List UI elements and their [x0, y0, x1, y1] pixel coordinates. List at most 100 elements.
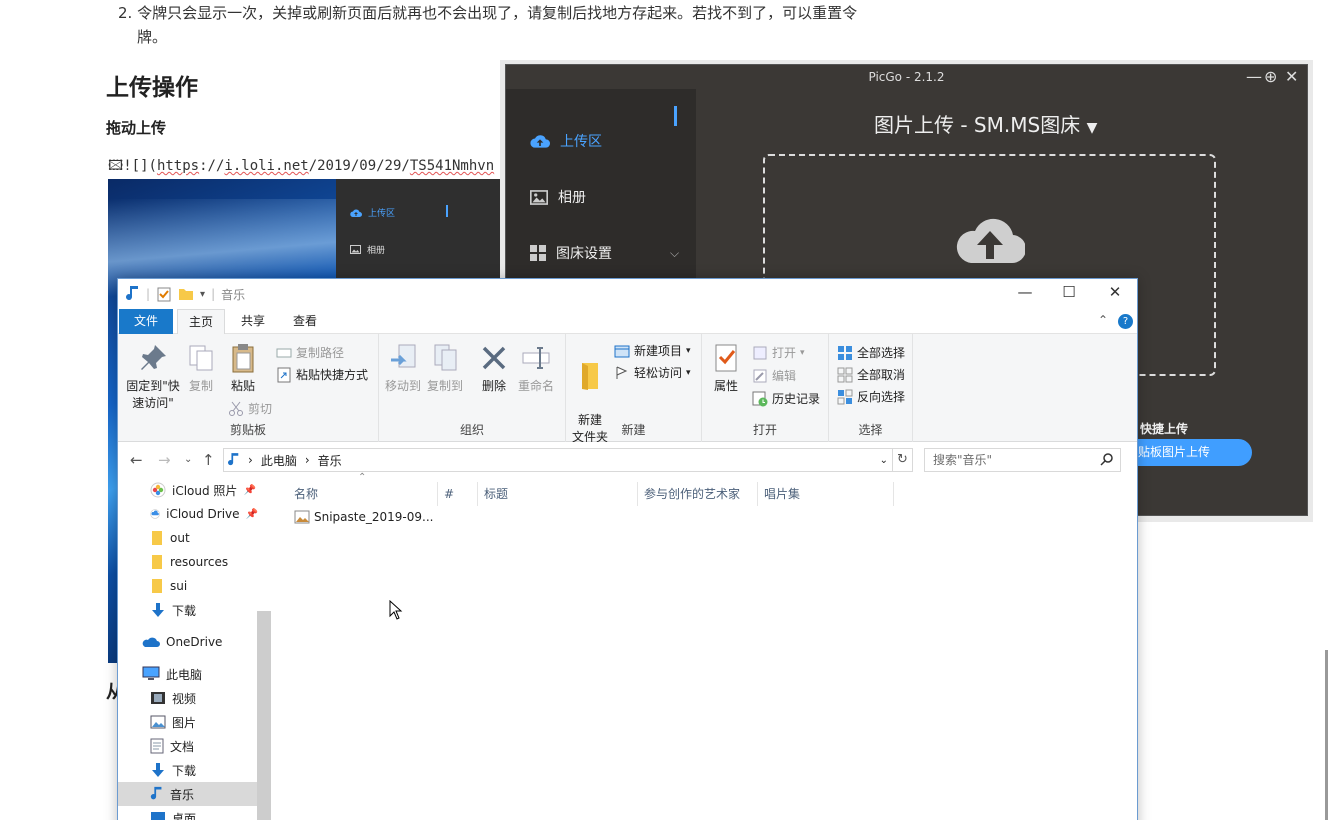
crumb-this-pc[interactable]: 此电脑	[261, 452, 297, 469]
nav-item-icloud-photos[interactable]: iCloud 照片📌⌃	[118, 478, 258, 502]
invert-selection-button[interactable]: 反向选择	[837, 388, 905, 405]
nav-item-sui[interactable]: sui	[118, 574, 258, 598]
copy-to-button[interactable]: 复制到	[425, 342, 465, 395]
page-scrollbar[interactable]	[1325, 650, 1328, 820]
rename-button[interactable]: 重命名	[515, 342, 557, 395]
upload-cloud-icon	[956, 218, 1025, 264]
broken-image-icon: 🖾	[108, 158, 124, 174]
paste-button[interactable]: 粘贴	[222, 342, 264, 395]
embedded-item-album: 相册	[350, 243, 385, 256]
address-dropdown-icon[interactable]: ⌄	[880, 455, 888, 466]
recent-locations-icon[interactable]: ⌄	[184, 454, 192, 465]
open-button[interactable]: 打开 ▾	[752, 344, 805, 361]
nav-item-pictures[interactable]: 图片	[118, 710, 258, 734]
new-folder-quick-icon[interactable]	[178, 287, 194, 301]
select-none-button[interactable]: 全部取消	[837, 366, 905, 383]
back-arrow-icon[interactable]: ←	[130, 451, 143, 469]
tab-view[interactable]: 查看	[280, 309, 330, 334]
code-url-path: /2019/09/29/	[308, 158, 410, 174]
ribbon-group-open: 属性 打开 ▾ 编辑 历史记录 打开	[702, 334, 829, 442]
code-url-sep: ://	[199, 158, 225, 174]
column-headers: ⌃ 名称 # 标题 参与创作的艺术家 唱片集	[288, 472, 1108, 506]
nav-item-resources[interactable]: resources	[118, 550, 258, 574]
edit-button[interactable]: 编辑	[752, 367, 796, 384]
code-url-scheme: https	[156, 158, 200, 174]
ribbon-group-new: 新建 文件夹 新建项目 ▾ 轻松访问 ▾ 新建	[566, 334, 702, 444]
picgo-nav-album[interactable]: 相册	[530, 187, 586, 207]
icloud-drive-icon	[150, 509, 160, 519]
nav-item-downloads-2[interactable]: 下载	[118, 758, 258, 782]
paste-shortcut-button[interactable]: 粘贴快捷方式	[276, 366, 368, 383]
column-title[interactable]: 标题	[478, 482, 638, 506]
move-to-button[interactable]: 移动到	[383, 342, 423, 395]
nav-item-downloads[interactable]: 下载	[118, 598, 258, 622]
file-row[interactable]: Snipaste_2019-09...	[294, 510, 433, 524]
image-icon	[530, 189, 548, 205]
properties-icon	[715, 344, 737, 372]
nav-item-music[interactable]: 音乐	[118, 782, 258, 806]
embedded-item-upload: 上传区	[350, 206, 395, 219]
forward-arrow-icon[interactable]: →	[158, 451, 171, 469]
doc-subheading: 拖动上传	[106, 119, 167, 137]
caret-down-icon[interactable]: ▼	[1087, 120, 1098, 136]
select-all-button[interactable]: 全部选择	[837, 344, 905, 361]
chevron-down-icon: ⌵	[670, 245, 680, 260]
picgo-maximize-button[interactable]: ⊕	[1264, 67, 1277, 86]
picgo-minimize-button[interactable]: —	[1246, 67, 1262, 86]
explorer-window[interactable]: | ▾ | 音乐 — ☐ ✕ 文件 主页 共享 查看 ⌃ ? 固定到"快速访问"…	[117, 278, 1138, 820]
nav-item-documents[interactable]: 文档	[118, 734, 258, 758]
tab-share[interactable]: 共享	[228, 309, 278, 334]
refresh-icon[interactable]: ↻	[893, 448, 913, 472]
tab-home[interactable]: 主页	[177, 309, 225, 335]
explorer-minimize-button[interactable]: —	[1002, 283, 1048, 301]
explorer-close-button[interactable]: ✕	[1092, 283, 1138, 301]
picgo-upload-heading[interactable]: 图片上传 - SM.MS图床 ▼	[874, 109, 1097, 138]
download-icon	[152, 763, 164, 777]
doc-image-markdown: 🖾![](https://i.loli.net/2019/09/29/TS541…	[108, 155, 494, 179]
tab-file[interactable]: 文件	[119, 309, 173, 334]
crumb-music[interactable]: 音乐	[318, 452, 342, 469]
column-artists[interactable]: 参与创作的艺术家	[638, 482, 758, 506]
explorer-maximize-button[interactable]: ☐	[1046, 283, 1092, 301]
nav-item-this-pc[interactable]: 此电脑	[118, 662, 258, 686]
column-number[interactable]: #	[438, 482, 478, 506]
copy-path-button[interactable]: 复制路径	[276, 344, 344, 361]
cut-button[interactable]: 剪切	[228, 400, 272, 417]
folder-icon	[152, 531, 162, 545]
picgo-nav-upload[interactable]: 上传区	[530, 131, 602, 151]
pin-icon: 📌	[245, 508, 258, 520]
properties-button[interactable]: 属性	[706, 342, 746, 395]
easy-access-button[interactable]: 轻松访问 ▾	[614, 364, 691, 381]
column-name[interactable]: 名称	[288, 482, 438, 506]
nav-item-videos[interactable]: 视频	[118, 686, 258, 710]
ribbon-collapse-icon[interactable]: ⌃	[1098, 313, 1108, 327]
picgo-nav-settings[interactable]: 图床设置 ⌵	[530, 243, 679, 263]
grid-icon	[530, 245, 546, 261]
picgo-close-button[interactable]: ✕	[1285, 67, 1298, 86]
column-album[interactable]: 唱片集	[758, 482, 894, 506]
search-input[interactable]: 搜索"音乐"	[924, 448, 1121, 472]
history-button[interactable]: 历史记录	[752, 390, 820, 407]
nav-item-onedrive[interactable]: OneDrive	[118, 630, 258, 654]
qat-dropdown-icon[interactable]: ▾	[200, 289, 205, 300]
new-item-button[interactable]: 新建项目 ▾	[614, 342, 691, 359]
group-label-new: 新建	[621, 423, 646, 437]
copy-to-icon	[434, 344, 457, 371]
mouse-cursor-icon	[389, 600, 403, 620]
documents-icon	[150, 738, 164, 754]
up-arrow-icon[interactable]: ↑	[202, 451, 215, 469]
nav-scrollbar[interactable]	[257, 611, 271, 820]
explorer-title: 音乐	[221, 287, 246, 302]
help-icon[interactable]: ?	[1118, 314, 1133, 329]
copy-button[interactable]: 复制	[184, 342, 218, 395]
explorer-titlebar[interactable]: | ▾ | 音乐 — ☐ ✕	[118, 279, 1137, 309]
nav-item-desktop[interactable]: 桌面	[118, 806, 258, 820]
nav-item-icloud-drive[interactable]: iCloud Drive 📌	[118, 502, 258, 526]
nav-item-out[interactable]: out	[118, 526, 258, 550]
address-bar[interactable]: › 此电脑 › 音乐 ⌄	[223, 448, 893, 472]
pin-quick-access-button[interactable]: 固定到"快速访问"	[122, 342, 184, 412]
picgo-active-indicator	[674, 106, 677, 126]
ribbon: 固定到"快速访问" 复制 粘贴 复制路径 粘贴快捷方式 剪切 剪贴板 移动到 复…	[118, 334, 1137, 444]
delete-button[interactable]: 删除	[477, 342, 511, 395]
properties-check-icon[interactable]	[156, 286, 172, 302]
